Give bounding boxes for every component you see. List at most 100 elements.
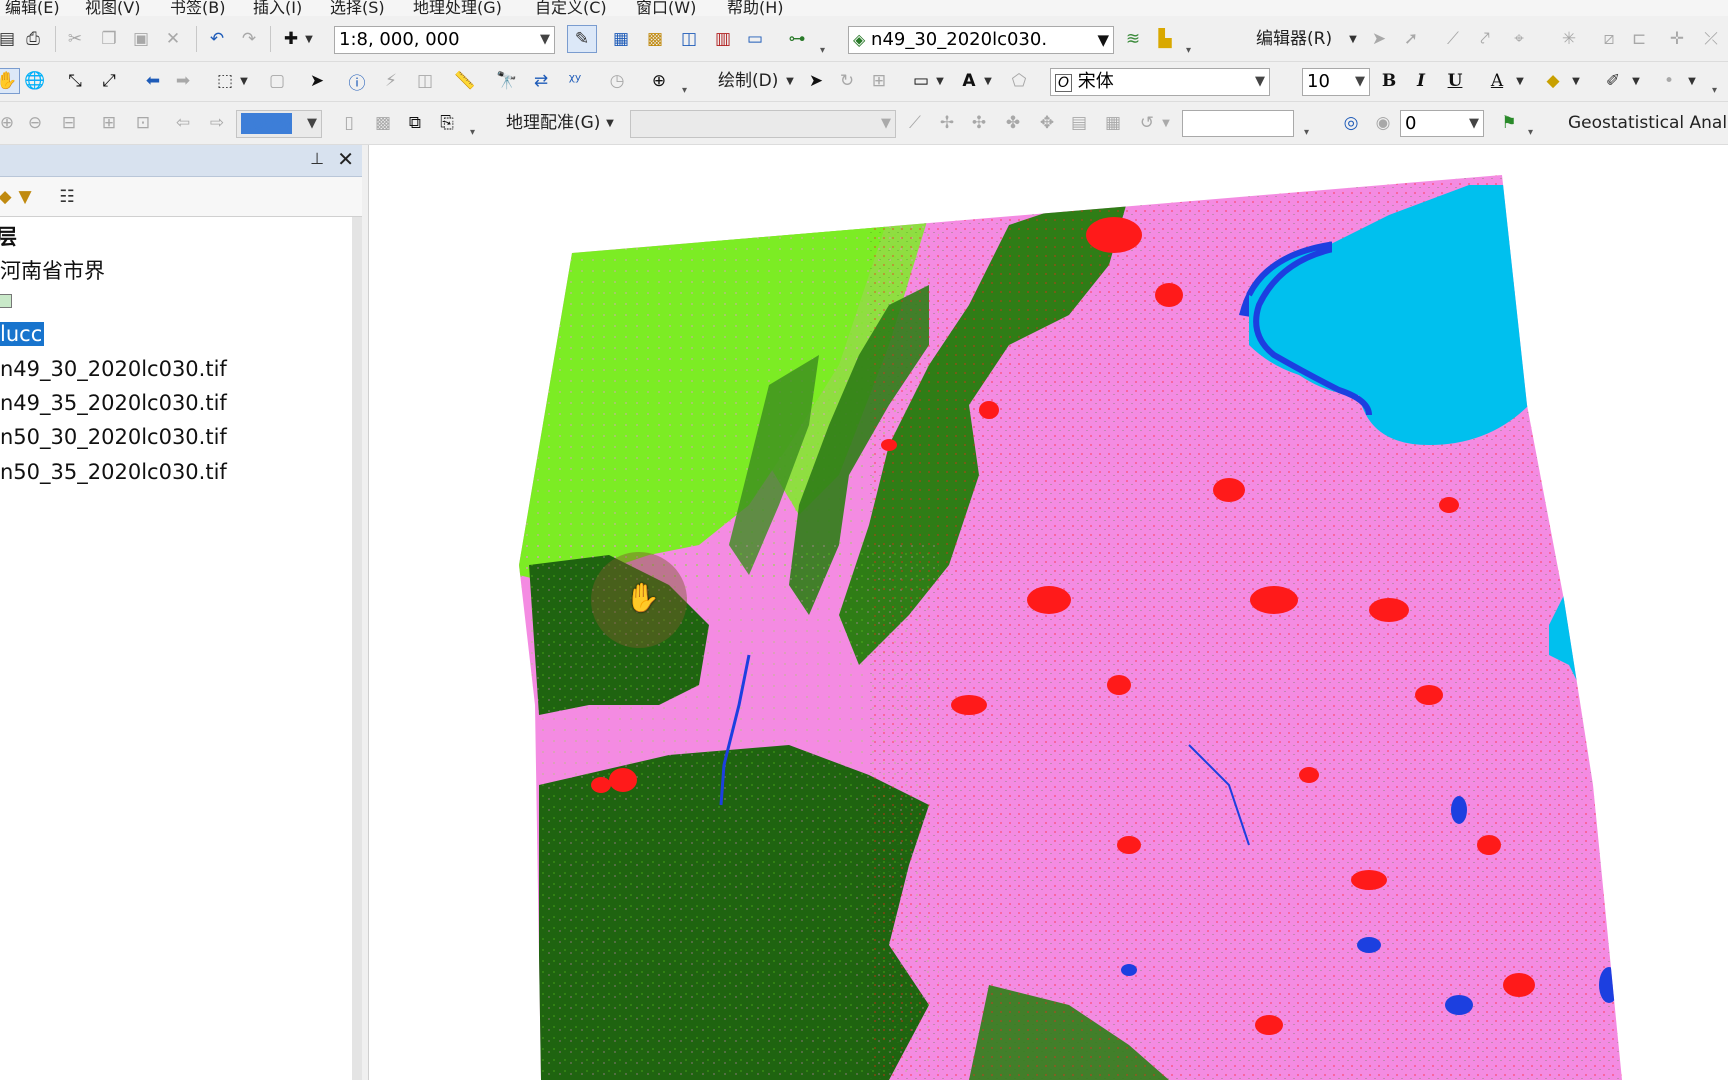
toc-layer-n50-35[interactable]: n50_35_2020lc030.tif: [0, 460, 227, 484]
spatial-analyst-icon[interactable]: ◎: [1338, 110, 1364, 136]
measure-icon[interactable]: 📏: [452, 68, 478, 94]
menu-geoprocessing[interactable]: 地理处理(G): [413, 0, 502, 16]
toc-layer-henan-boundary[interactable]: 河南省市界: [0, 255, 105, 285]
point-icon[interactable]: ✳: [1556, 26, 1582, 52]
fixed-zoom-in-icon[interactable]: ⤡: [62, 68, 88, 94]
menu-edit[interactable]: 编辑(E): [5, 0, 60, 16]
rotate-icon[interactable]: ↻: [834, 68, 860, 94]
font-color-dropdown-icon[interactable]: ▼: [1514, 68, 1526, 94]
toc-layer-n49-35[interactable]: n49_35_2020lc030.tif: [0, 391, 227, 415]
geostatistical-analyst-menu[interactable]: Geostatistical Anal: [1568, 110, 1727, 136]
edit-vertices-draw-icon[interactable]: ⬠: [1006, 68, 1032, 94]
model-builder-icon[interactable]: ⊶: [784, 26, 810, 52]
find-icon[interactable]: 🔭: [494, 68, 520, 94]
scale-icon[interactable]: ✥: [1034, 110, 1060, 136]
flag-icon[interactable]: ⚑: [1496, 110, 1522, 136]
options-icon[interactable]: ☷: [54, 184, 80, 210]
layer-combo[interactable]: ◈ n49_30_2020lc030. ▼: [848, 26, 1114, 54]
reshape-icon[interactable]: ⊏: [1626, 26, 1652, 52]
marker-color-icon[interactable]: •: [1656, 68, 1682, 94]
view-link-icon[interactable]: ▦: [1100, 110, 1126, 136]
text-dropdown-icon[interactable]: ▼: [982, 68, 994, 94]
toc-layer-n49-30[interactable]: n49_30_2020lc030.tif: [0, 357, 227, 381]
clear-selection-icon[interactable]: ▢: [264, 68, 290, 94]
delete-icon[interactable]: ✕: [160, 26, 186, 52]
layout-pan-icon[interactable]: ⊟: [56, 110, 82, 136]
marker-color-dropdown-icon[interactable]: ▼: [1686, 68, 1698, 94]
end-point-arc-icon[interactable]: ⤤: [1472, 26, 1498, 52]
select-dropdown-icon[interactable]: ▼: [238, 68, 250, 94]
data-driven-pages-icon[interactable]: ⎘: [434, 110, 460, 136]
draw-menu[interactable]: 绘制(D): [718, 68, 778, 94]
contrast-icon[interactable]: ≋: [1120, 26, 1146, 52]
menu-help[interactable]: 帮助(H): [727, 0, 784, 16]
catalog-icon[interactable]: ▩: [642, 26, 668, 52]
spatial-link-icon[interactable]: ◉: [1370, 110, 1396, 136]
trace-icon[interactable]: ⌖: [1506, 26, 1532, 52]
toolbar-grip-icon[interactable]: ▾: [1528, 128, 1538, 138]
layout-forward-icon[interactable]: ⇨: [204, 110, 230, 136]
rotate-dropdown-icon[interactable]: ▼: [1160, 110, 1172, 136]
editor-toolbar-icon[interactable]: ✎: [567, 25, 597, 53]
fill-color-dropdown-icon[interactable]: ▼: [1570, 68, 1582, 94]
toc-layer-n50-30[interactable]: n50_30_2020lc030.tif: [0, 425, 227, 449]
edit-tool-icon[interactable]: ➤: [1366, 26, 1392, 52]
toolbar-grip-icon[interactable]: ▾: [682, 86, 692, 96]
list-by-source-icon[interactable]: ▼: [12, 184, 38, 210]
underline-button[interactable]: U: [1442, 68, 1468, 94]
straight-segment-icon[interactable]: ⟋: [1440, 26, 1466, 52]
layout-zoom-out-icon[interactable]: ⊖: [22, 110, 48, 136]
view-link-table-icon[interactable]: ▤: [1066, 110, 1092, 136]
line-color-dropdown-icon[interactable]: ▼: [1630, 68, 1642, 94]
add-control-points-icon[interactable]: ⟋: [902, 110, 928, 136]
font-name-combo[interactable]: O 宋体 ▼: [1050, 68, 1270, 96]
text-icon[interactable]: A: [956, 68, 982, 94]
add-data-icon[interactable]: ✚: [278, 26, 304, 52]
toolbar-grip-icon[interactable]: ▾: [1304, 128, 1314, 138]
editor-dropdown-icon[interactable]: ▼: [1346, 26, 1360, 52]
toc-layer-lucc[interactable]: lucc: [0, 322, 45, 346]
histogram-icon[interactable]: ▙: [1152, 26, 1178, 52]
toolbar-grip-icon[interactable]: ▾: [820, 46, 830, 56]
hyperlink-icon[interactable]: ⚡: [378, 68, 404, 94]
edit-annotation-icon[interactable]: ➚: [1398, 26, 1424, 52]
html-popup-icon[interactable]: ◫: [412, 68, 438, 94]
menu-insert[interactable]: 插入(I): [253, 0, 302, 16]
select-features-icon[interactable]: ⬚: [212, 68, 238, 94]
find-route-icon[interactable]: ⇄: [528, 68, 554, 94]
zoom-whole-page-icon[interactable]: ⊞: [96, 110, 122, 136]
layers-root[interactable]: 层: [0, 221, 17, 251]
rotate-georef-tool-icon[interactable]: ↺: [1134, 110, 1160, 136]
select-elements-icon[interactable]: ➤: [304, 68, 330, 94]
toolbar-grip-icon[interactable]: ▾: [1186, 46, 1196, 56]
pin-icon[interactable]: ⊥: [310, 149, 324, 168]
toc-splitter[interactable]: [352, 217, 362, 1080]
georeferencing-menu[interactable]: 地理配准(G): [506, 110, 600, 136]
land-cover-raster[interactable]: [369, 145, 1728, 1080]
zoom-to-selected-icon[interactable]: ⊞: [866, 68, 892, 94]
rotate-georef-icon[interactable]: ✣: [966, 110, 992, 136]
redo-icon[interactable]: ↷: [236, 26, 262, 52]
fill-color-icon[interactable]: ◆: [1540, 68, 1566, 94]
bold-button[interactable]: B: [1376, 68, 1402, 94]
menu-windows[interactable]: 窗口(W): [636, 0, 696, 16]
full-extent-icon[interactable]: 🌐: [22, 68, 48, 94]
select-elements-arrow-icon[interactable]: ➤: [803, 68, 829, 94]
menu-customize[interactable]: 自定义(C): [535, 0, 607, 16]
draw-dropdown-icon[interactable]: ▼: [784, 68, 796, 94]
search-window-icon[interactable]: ◫: [676, 26, 702, 52]
italic-button[interactable]: I: [1408, 68, 1434, 94]
menu-bookmarks[interactable]: 书签(B): [170, 0, 225, 16]
split-icon[interactable]: ✛: [1664, 26, 1690, 52]
menu-selection[interactable]: 选择(S): [330, 0, 385, 16]
layout-back-icon[interactable]: ⇦: [170, 110, 196, 136]
boundary-symbol-swatch[interactable]: [0, 294, 12, 308]
print-icon[interactable]: ⎙: [20, 26, 46, 52]
toolbar-grip-icon[interactable]: ▾: [470, 128, 480, 138]
change-layout-icon[interactable]: ⧉: [402, 110, 428, 136]
layout-zoom-combo[interactable]: 100% ▼: [236, 110, 322, 138]
map-scale-combo[interactable]: 1:8, 000, 000 ▼: [334, 26, 555, 54]
undo-icon[interactable]: ↶: [204, 26, 230, 52]
georeferencing-dropdown-icon[interactable]: ▼: [604, 110, 616, 136]
create-viewer-window-icon[interactable]: ⊕: [646, 68, 672, 94]
